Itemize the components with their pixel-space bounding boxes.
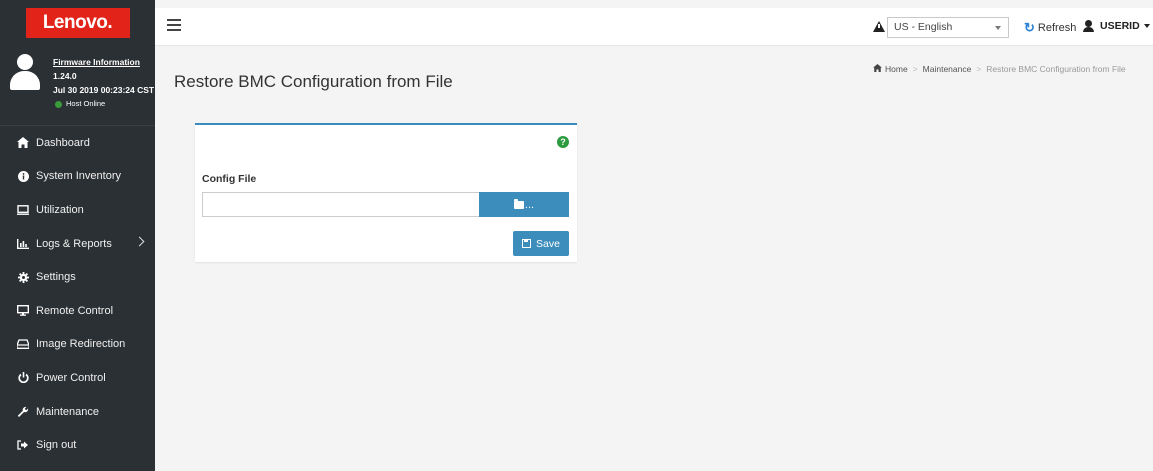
sidebar-item-label: Image Redirection (36, 338, 126, 351)
save-label: Save (536, 237, 560, 250)
user-menu[interactable]: USERID (1083, 20, 1150, 32)
breadcrumb-maintenance[interactable]: Maintenance (923, 64, 972, 74)
desktop-icon (16, 305, 30, 317)
firmware-version: 1.24.0 (53, 71, 77, 81)
user-menu-label: USERID (1100, 20, 1140, 32)
monitor-icon (16, 204, 30, 216)
sidebar-item-label: Maintenance (36, 405, 99, 418)
page-title: Restore BMC Configuration from File (174, 72, 453, 91)
refresh-button[interactable]: ↻ Refresh (1024, 20, 1076, 36)
chevron-right-icon (134, 236, 145, 247)
sign-out-icon (16, 439, 30, 451)
warning-icon[interactable] (873, 21, 885, 32)
sidebar-item-system-inventory[interactable]: System Inventory (0, 160, 155, 194)
folder-open-icon (513, 198, 524, 209)
sidebar-item-maintenance[interactable]: Maintenance (0, 395, 155, 429)
sidebar-item-remote-control[interactable]: Remote Control (0, 294, 155, 328)
sidebar-item-utilization[interactable]: Utilization (0, 193, 155, 227)
sidebar-item-label: Dashboard (36, 136, 90, 149)
refresh-label: Refresh (1037, 22, 1077, 34)
user-icon (1083, 20, 1094, 32)
browse-label: ... (524, 198, 535, 211)
sidebar-item-label: System Inventory (36, 170, 121, 183)
sidebar-item-settings[interactable]: Settings (0, 260, 155, 294)
home-icon (16, 137, 30, 149)
sidebar-item-dashboard[interactable]: Dashboard (0, 126, 155, 160)
drive-icon (16, 338, 30, 350)
info-icon (16, 170, 30, 182)
breadcrumb-separator: > (912, 64, 918, 74)
sidebar-item-label: Remote Control (36, 304, 114, 317)
sidebar-item-image-redirection[interactable]: Image Redirection (0, 328, 155, 362)
top-navbar: US - English ↻ Refresh USERID (155, 8, 1153, 46)
language-select[interactable]: US - English (887, 17, 1009, 38)
sidebar-item-logs-reports[interactable]: Logs & Reports (0, 227, 155, 261)
save-button[interactable]: Save (513, 231, 569, 256)
config-file-label: Config File (202, 173, 257, 185)
sidebar-item-label: Power Control (36, 371, 106, 384)
floppy-disk-icon (522, 239, 532, 248)
dropdown-arrow-icon (995, 26, 1001, 30)
bar-chart-icon (16, 238, 30, 250)
home-icon (873, 64, 882, 74)
sidebar-item-power-control[interactable]: Power Control (0, 361, 155, 395)
browse-file-button[interactable]: ... (479, 192, 569, 217)
sidebar-item-label: Settings (36, 271, 76, 284)
refresh-icon: ↻ (1024, 20, 1035, 35)
user-avatar-icon (10, 54, 40, 90)
restore-config-panel: ? Config File ... Save (195, 123, 577, 262)
config-file-input[interactable] (202, 192, 480, 217)
breadcrumb: Home > Maintenance > Restore BMC Configu… (873, 64, 1126, 74)
power-icon (16, 372, 30, 384)
sidebar-item-label: Sign out (36, 439, 77, 452)
breadcrumb-home[interactable]: Home (885, 64, 908, 74)
host-status: Host Online (53, 97, 154, 111)
breadcrumb-current: Restore BMC Configuration from File (986, 64, 1126, 74)
sidebar-item-label: Logs & Reports (36, 237, 112, 250)
user-panel: Firmware Information 1.24.0 Jul 30 2019 … (0, 46, 155, 126)
host-status-label: Host Online (66, 99, 106, 108)
language-select-value: US - English (894, 21, 953, 33)
firmware-info: Firmware Information 1.24.0 Jul 30 2019 … (53, 55, 154, 111)
sidebar-item-sign-out[interactable]: Sign out (0, 428, 155, 462)
help-icon[interactable]: ? (557, 136, 569, 148)
status-dot-icon (55, 100, 62, 108)
logo-area: Lenovo. (0, 0, 155, 46)
menu-toggle-icon[interactable] (167, 19, 181, 31)
caret-down-icon (1143, 24, 1150, 28)
sidebar-item-label: Utilization (36, 203, 84, 216)
firmware-information-link[interactable]: Firmware Information (53, 55, 154, 69)
wrench-icon (16, 406, 30, 418)
firmware-build-date: Jul 30 2019 00:23:24 CST (53, 85, 155, 95)
sidebar: Lenovo. Firmware Information 1.24.0 Jul … (0, 0, 155, 471)
gear-icon (16, 271, 30, 283)
lenovo-logo[interactable]: Lenovo. (25, 8, 130, 38)
breadcrumb-separator: > (976, 64, 982, 74)
